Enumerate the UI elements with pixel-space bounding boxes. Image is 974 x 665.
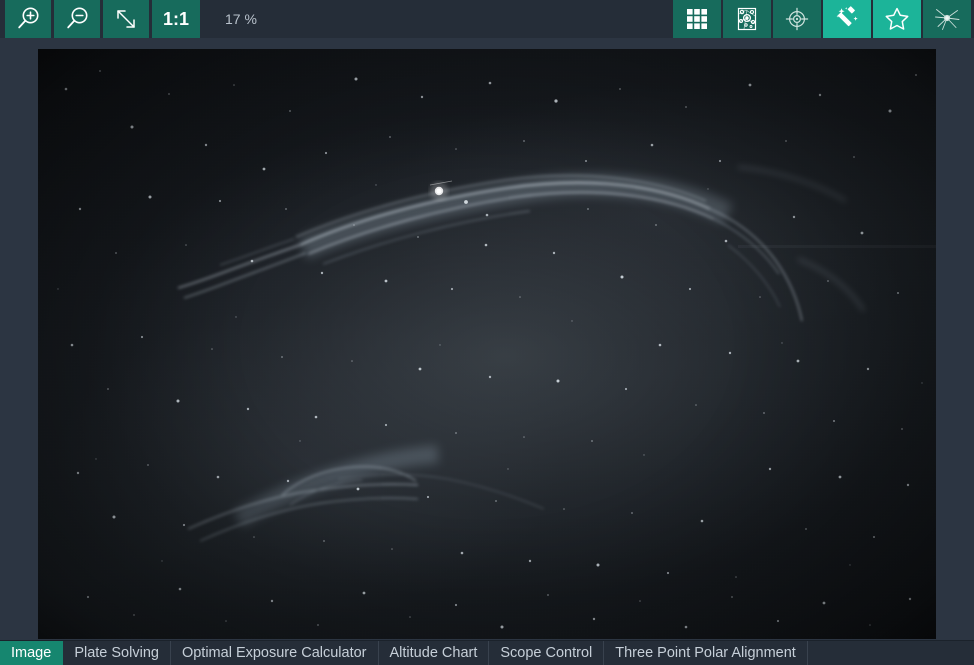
zoom-in-icon — [14, 5, 42, 33]
grid-icon — [683, 5, 711, 33]
one-to-one-zoom-button[interactable]: 1:1 — [152, 0, 200, 38]
thumbnail-grid-button[interactable] — [673, 0, 721, 38]
sensor-noise — [38, 49, 936, 639]
tab-label: Three Point Polar Alignment — [615, 645, 796, 661]
tab-label: Image — [11, 645, 52, 661]
toolbar-left-group: 1:1 17 % — [0, 0, 257, 38]
toolbar-right-group — [673, 0, 974, 38]
magic-wand-icon — [833, 5, 861, 33]
auto-stretch-button[interactable] — [823, 0, 871, 38]
tab-label: Optimal Exposure Calculator — [181, 645, 367, 661]
crosshair-button[interactable] — [773, 0, 821, 38]
fit-to-screen-button[interactable] — [103, 0, 149, 38]
tab-plate-solving[interactable]: Plate Solving — [63, 641, 171, 665]
nina-imaging-window: 1:1 17 % Image Plate Solving Optimal Exp… — [0, 0, 974, 665]
tab-altitude-chart[interactable]: Altitude Chart — [379, 641, 490, 665]
tab-image[interactable]: Image — [0, 641, 64, 665]
fit-to-screen-icon — [112, 5, 140, 33]
zoom-in-button[interactable] — [5, 0, 51, 38]
tab-scope-control[interactable]: Scope Control — [489, 641, 605, 665]
astro-image[interactable] — [38, 49, 936, 639]
tab-label: Scope Control — [500, 645, 593, 661]
star-diffraction-spikes-icon — [933, 5, 961, 33]
image-toolbar: 1:1 17 % — [0, 0, 974, 38]
image-viewport[interactable] — [0, 38, 974, 640]
star-outline-icon — [883, 5, 911, 33]
bottom-tab-bar: Image Plate Solving Optimal Exposure Cal… — [0, 640, 974, 665]
tab-optimal-exposure-calculator[interactable]: Optimal Exposure Calculator — [171, 641, 379, 665]
one-to-one-label: 1:1 — [162, 9, 189, 29]
zoom-level-readout: 17 % — [225, 11, 257, 27]
zoom-out-button[interactable] — [54, 0, 100, 38]
tab-label: Plate Solving — [74, 645, 159, 661]
bahtinov-focus-button[interactable] — [923, 0, 971, 38]
star-annotation-button[interactable] — [723, 0, 771, 38]
tab-label: Altitude Chart — [389, 645, 478, 661]
tab-three-point-polar-alignment[interactable]: Three Point Polar Alignment — [604, 641, 808, 665]
crosshair-icon — [783, 5, 811, 33]
star-annotation-map-icon — [733, 5, 761, 33]
zoom-out-icon — [63, 5, 91, 33]
star-detection-button[interactable] — [873, 0, 921, 38]
